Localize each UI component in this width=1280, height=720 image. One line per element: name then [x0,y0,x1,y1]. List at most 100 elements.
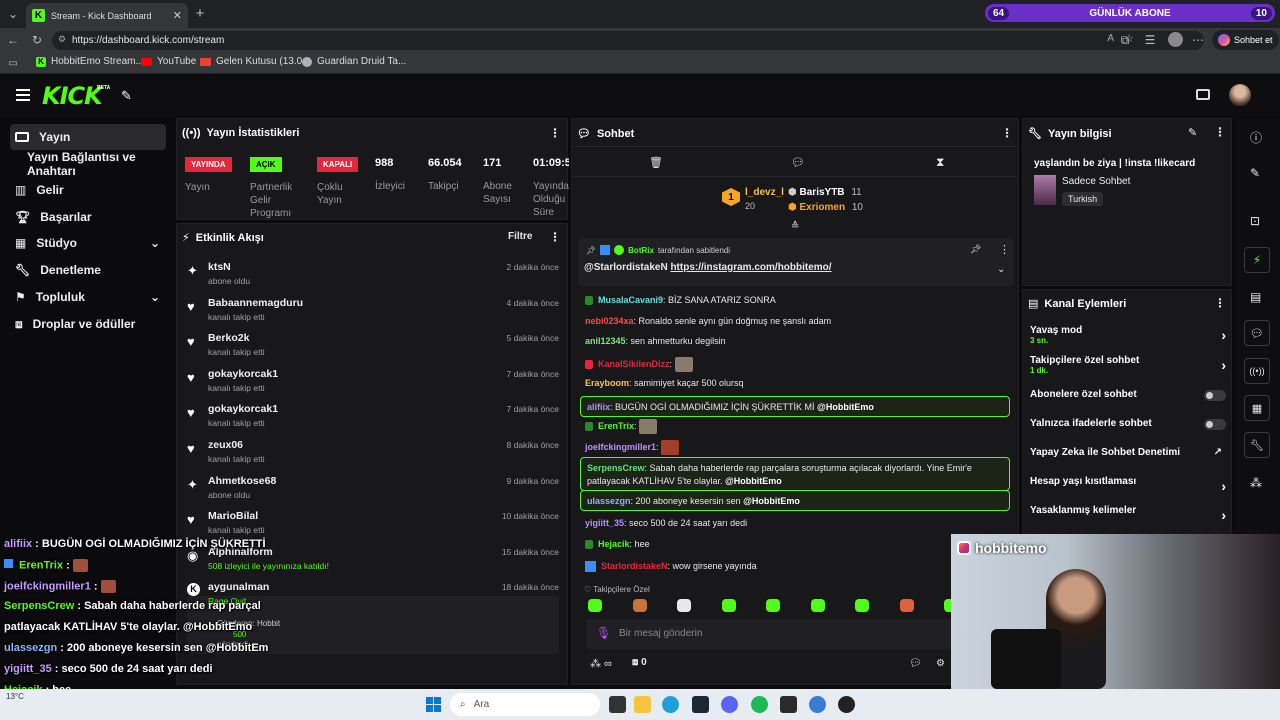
trash-icon[interactable]: 🗑︎ [649,156,663,169]
sidebar-item-denetleme[interactable]: 🔧︎ Denetleme [10,257,166,283]
event-row[interactable]: ♥ Babaannemagduru kanalı takip etti 4 dakik… [177,294,567,328]
user-avatar[interactable] [1229,84,1251,106]
kick-logo[interactable]: KICK [42,82,103,110]
chat-input[interactable]: 🎙︎ Bir mesaj gönderin [586,619,966,649]
edit-pencil-icon[interactable]: ✎ [1250,166,1260,180]
chat-message[interactable]: KanalSikilenDizz: [585,357,693,372]
chat-message[interactable]: StarlordistakeN: wow girsene yayında [585,561,757,573]
profile-avatar[interactable] [1168,32,1183,47]
chat-username[interactable]: ulassezgn [587,496,631,506]
discord-icon[interactable] [721,696,738,713]
site-info-icon[interactable]: ⚙ [58,34,66,45]
category-name[interactable]: Sadece Sohbet [1062,176,1130,187]
sidebar-item-basarilar[interactable]: 🏆︎ Başarılar [10,204,166,230]
chat-mention[interactable]: @HobbitEmo [725,476,782,486]
app-icon[interactable] [780,696,797,713]
leader-2[interactable]: ⬢ BarisYTB 11 [788,187,862,198]
chat-message[interactable]: joelfckingmiller1: [585,440,680,455]
chevron-down-icon[interactable]: ⌄ [997,264,1005,275]
bookmark-sidebar-icon[interactable]: ▭ [6,56,20,70]
chat-username[interactable]: SerpensCrew [587,463,645,473]
extensions-icon[interactable]: ⧉ [1118,33,1132,47]
app-icon[interactable] [809,696,826,713]
tab-list-chevron-icon[interactable]: ⌄ [6,7,20,21]
hamburger-menu-icon[interactable] [16,89,30,101]
sidebar-item-studyo[interactable]: ▦ Stüdyo ⌄ [10,230,166,256]
more-options-icon[interactable]: ⋮ [549,126,561,140]
chat-message[interactable]: nebi0234xa: Ronaldo senle aynı gün doğmu… [585,316,831,326]
sidebar-item-topluluk[interactable]: ⚑ Topluluk ⌄ [10,284,166,310]
camera-icon[interactable]: ⊡ [1250,214,1260,228]
more-options-icon[interactable]: ⋮ [1214,125,1226,139]
more-options-icon[interactable]: ⋮ [999,243,1010,256]
wrench-icon[interactable]: 🔧︎ [1244,432,1270,458]
chat-username[interactable]: MusalaCavani9 [598,295,663,305]
filter-button[interactable]: Filtre [508,231,532,242]
broadcast-icon[interactable]: ((•)) [1244,358,1270,384]
event-row[interactable]: ♥ gokaykorcak1 kanalı takip etti 7 dakika ö… [177,400,567,434]
event-row[interactable]: ♥ gokaykorcak1 kanalı takip etti 7 dakika ö… [177,365,567,399]
sidebar-item-gelir[interactable]: ▥ Gelir [10,177,166,203]
file-explorer-icon[interactable] [634,696,651,713]
clipboard-icon[interactable]: ▤ [1250,290,1261,304]
more-options-icon[interactable]: ⋮ [1001,126,1013,140]
chat-message-mention[interactable]: alifiix: BUGÜN OGİ OLMADIĞIMIZ İÇİN ŞÜKR… [580,396,1010,417]
read-aloud-icon[interactable]: A [1107,33,1114,44]
chat-username[interactable]: joelfckingmiller1 [585,442,656,452]
weather-text[interactable]: 13°C [6,692,24,701]
emote-icon[interactable] [899,599,914,612]
channel-action-item[interactable]: Takipçilere özel sohbet 1 dk. › [1030,355,1226,377]
leader-name[interactable]: l_devz_l [745,187,784,198]
chat-panel-icon[interactable]: 💬︎ [1244,320,1270,346]
chat-username[interactable]: ErenTrix [598,421,634,431]
pin-tool-icon[interactable]: ✎ [121,88,132,104]
chat-message-mention[interactable]: SerpensCrew: Sabah daha haberlerde rap p… [580,457,1010,491]
channel-action-item[interactable]: Abonelere özel sohbet [1030,389,1226,411]
emote-icon[interactable] [588,599,602,612]
chat-message[interactable]: ErenTrix: [585,419,658,434]
channel-action-item[interactable]: Hesap yaşı kısıtlaması › [1030,476,1226,498]
expand-leaderboard-icon[interactable]: ≙ [791,221,799,232]
more-options-icon[interactable]: ⋮ [1214,296,1226,310]
more-menu-icon[interactable]: ⋯ [1191,33,1205,47]
sidebar-item-droplar[interactable]: ⧈ Droplar ve ödüller [10,311,166,337]
hourglass-icon[interactable]: ⧗ [936,155,944,170]
emote-icon[interactable] [721,599,736,612]
channel-action-item[interactable]: Yasaklanmış kelimeler › [1030,505,1226,527]
toggle-switch[interactable] [1204,390,1226,401]
stream-info-icon[interactable]: ▦ [1244,395,1270,421]
event-row[interactable]: ✦ ktsN abone oldu 2 dakika önce [177,258,567,292]
browser-tab[interactable]: K Stream - Kick Dashboard ✕ [26,3,188,28]
spotify-icon[interactable] [751,696,768,713]
chat-emote-icon[interactable]: 💬︎ [909,658,922,669]
chat-message[interactable]: Erayboom: samimiyet kaçar 500 olursq [585,378,744,388]
chat-username[interactable]: nebi0234xa [585,316,634,326]
chat-username[interactable]: StarlordistakeN [601,561,668,571]
settings-icon[interactable]: ⚙ [936,658,945,669]
chat-username[interactable]: alifiix [587,402,610,412]
windows-start-icon[interactable] [426,697,441,712]
chat-message[interactable]: yigiitt_35: seco 500 de 24 saat yarı ded… [585,518,747,528]
chat-message-mention[interactable]: ulassezgn: 200 aboneye kesersin sen @Hob… [580,490,1010,511]
channel-action-item[interactable]: Yapay Zeka ile Sohbet Denetimi ↗ [1030,447,1226,469]
channel-action-item[interactable]: Yalnızca ifadelerle sohbet [1030,418,1226,440]
emote-icon[interactable] [632,599,647,612]
chat-mention[interactable]: @HobbitEmo [743,496,800,506]
pinned-link[interactable]: https://instagram.com/hobbitemo/ [670,262,831,273]
edge-icon[interactable] [662,696,679,713]
back-icon[interactable]: ← [6,33,20,47]
emote-icon[interactable] [810,599,825,612]
leader-3[interactable]: ⬢ Exriomen 10 [788,202,863,213]
chat-username[interactable]: yigiitt_35 [585,518,624,528]
more-options-icon[interactable]: ⋮ [549,230,561,244]
info-icon[interactable]: ⓘ [1250,129,1262,146]
event-row[interactable]: ♥ zeux06 kanalı takip etti 8 dakika önce [177,436,567,470]
activity-bolt-icon[interactable]: ⚡︎ [1244,247,1270,273]
steam-icon[interactable] [692,696,709,713]
emote-icon[interactable] [766,599,780,612]
channel-points[interactable]: ⧈ 0 [632,657,647,668]
chat-username[interactable]: KanalSikilenDizz [598,359,670,369]
bookmark-gmail[interactable]: Gelen Kutusu (13.0... [200,56,311,67]
chat-message[interactable]: Hejacik: hee [585,539,650,550]
copilot-button[interactable]: Sohbet et [1212,30,1279,50]
